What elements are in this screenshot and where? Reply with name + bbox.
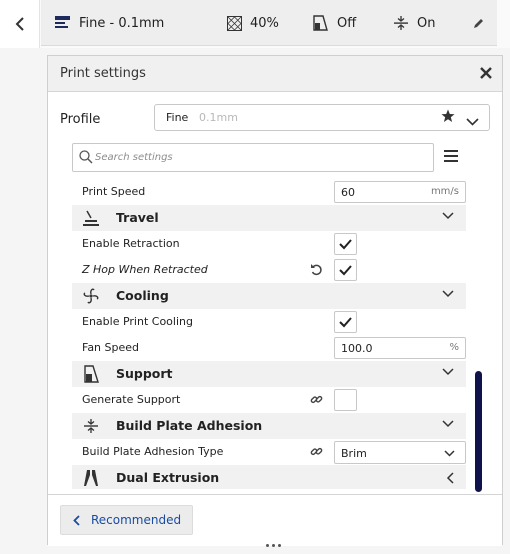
- collapse-button[interactable]: [0, 0, 40, 48]
- generate-support-checkbox[interactable]: [334, 389, 357, 411]
- settings-menu-button[interactable]: [444, 150, 458, 162]
- profile-name: Fine: [166, 111, 189, 124]
- close-button[interactable]: [480, 64, 492, 83]
- menu-icon-bar: [444, 160, 458, 162]
- fan-speed-input[interactable]: 100.0 %: [334, 337, 466, 359]
- settings-scrollbar[interactable]: [475, 371, 482, 492]
- category-label: Support: [116, 366, 173, 381]
- adhesion-type-select[interactable]: Brim: [334, 441, 466, 464]
- adhesion-icon: [84, 419, 98, 433]
- chevron-left-icon: [15, 17, 24, 31]
- menu-icon-bar: [444, 150, 458, 152]
- category-label: Cooling: [116, 288, 169, 303]
- search-icon: [79, 150, 93, 164]
- setting-row-generate-support: Generate Support: [72, 387, 466, 413]
- profile-select[interactable]: Fine 0.1mm: [154, 104, 490, 131]
- setting-row-enable-retraction: Enable Retraction: [72, 231, 466, 257]
- chevron-down-icon: [442, 212, 454, 220]
- profile-layers-icon: [55, 16, 70, 28]
- adhesion-icon: [394, 16, 408, 30]
- star-icon[interactable]: [441, 109, 455, 127]
- category-label: Build Plate Adhesion: [116, 418, 263, 433]
- search-input[interactable]: [95, 149, 425, 166]
- profile-detail: 0.1mm: [199, 111, 238, 124]
- panel-header: Print settings: [48, 56, 502, 92]
- field-value: 60: [341, 186, 355, 199]
- setting-row-adhesion-type: Build Plate Adhesion Type Brim: [72, 439, 466, 465]
- menu-icon-bar: [444, 155, 458, 157]
- setting-row-fan-speed: Fan Speed 100.0 %: [72, 335, 466, 361]
- print-settings-panel: Print settings Profile Fine 0.1mm Print …: [47, 55, 503, 546]
- fan-icon: [83, 288, 99, 304]
- setting-row-z-hop: Z Hop When Retracted: [72, 257, 466, 283]
- category-cooling[interactable]: Cooling: [72, 283, 466, 309]
- recommended-button[interactable]: Recommended: [60, 505, 193, 535]
- reset-icon[interactable]: [310, 263, 323, 276]
- infill-icon: [227, 15, 242, 31]
- grip-dot: [266, 544, 269, 547]
- profile-label: Profile: [60, 112, 101, 127]
- setting-row-enable-print-cooling: Enable Print Cooling: [72, 309, 466, 335]
- chevron-down-icon: [442, 290, 454, 298]
- search-box[interactable]: [72, 143, 434, 172]
- adhesion-value: On: [417, 15, 436, 31]
- setting-label: Generate Support: [82, 393, 181, 406]
- settings-list[interactable]: Print Speed 60 mm/s Travel Enable Retrac…: [72, 181, 466, 489]
- check-icon: [339, 317, 352, 328]
- category-dual-extrusion[interactable]: Dual Extrusion: [72, 465, 466, 489]
- panel-title: Print settings: [60, 66, 146, 81]
- enable-print-cooling-checkbox[interactable]: [334, 311, 357, 333]
- chevron-left-icon: [73, 515, 80, 526]
- setting-label: Enable Retraction: [82, 237, 180, 250]
- dual-extrusion-icon: [84, 470, 98, 486]
- top-bar: Fine - 0.1mm 40% Off On: [0, 0, 510, 48]
- setting-label: Fan Speed: [82, 341, 140, 354]
- close-icon: [480, 67, 492, 79]
- z-hop-checkbox[interactable]: [334, 259, 357, 281]
- support-value: Off: [337, 15, 357, 31]
- setting-row-print-speed: Print Speed 60 mm/s: [72, 181, 466, 205]
- chevron-down-icon: [442, 368, 454, 376]
- category-travel[interactable]: Travel: [72, 205, 466, 231]
- setting-label: Enable Print Cooling: [82, 315, 193, 328]
- chevron-down-icon: [466, 111, 479, 130]
- grip-dot: [278, 544, 281, 547]
- travel-icon: [83, 210, 99, 226]
- category-label: Travel: [116, 210, 159, 225]
- link-icon[interactable]: [310, 393, 323, 406]
- support-icon: [84, 365, 99, 383]
- chevron-left-icon: [446, 472, 454, 484]
- enable-retraction-checkbox[interactable]: [334, 233, 357, 255]
- field-unit: %: [449, 342, 459, 353]
- check-icon: [339, 239, 352, 250]
- check-icon: [339, 265, 352, 276]
- chevron-down-icon: [444, 450, 455, 457]
- print-setup-summary[interactable]: Fine - 0.1mm 40% Off On: [41, 0, 497, 46]
- recommended-label: Recommended: [91, 513, 182, 527]
- chevron-down-icon: [442, 420, 454, 428]
- setting-label: Build Plate Adhesion Type: [82, 445, 224, 458]
- field-value: 100.0: [341, 342, 373, 355]
- field-unit: mm/s: [430, 186, 459, 197]
- setting-label: Z Hop When Retracted: [82, 263, 208, 276]
- setting-label: Print Speed: [82, 185, 146, 198]
- pencil-icon: [474, 18, 483, 28]
- category-support[interactable]: Support: [72, 361, 466, 387]
- resize-handle[interactable]: [266, 544, 286, 550]
- grip-dot: [272, 544, 275, 547]
- print-speed-input[interactable]: 60 mm/s: [334, 181, 466, 203]
- category-label: Dual Extrusion: [116, 470, 220, 485]
- category-build-plate-adhesion[interactable]: Build Plate Adhesion: [72, 413, 466, 439]
- infill-value: 40%: [250, 15, 279, 31]
- select-value: Brim: [341, 447, 367, 460]
- panel-footer: Recommended: [48, 494, 502, 546]
- support-icon: [313, 15, 328, 31]
- link-icon[interactable]: [310, 445, 323, 458]
- profile-summary-text: Fine - 0.1mm: [79, 15, 165, 31]
